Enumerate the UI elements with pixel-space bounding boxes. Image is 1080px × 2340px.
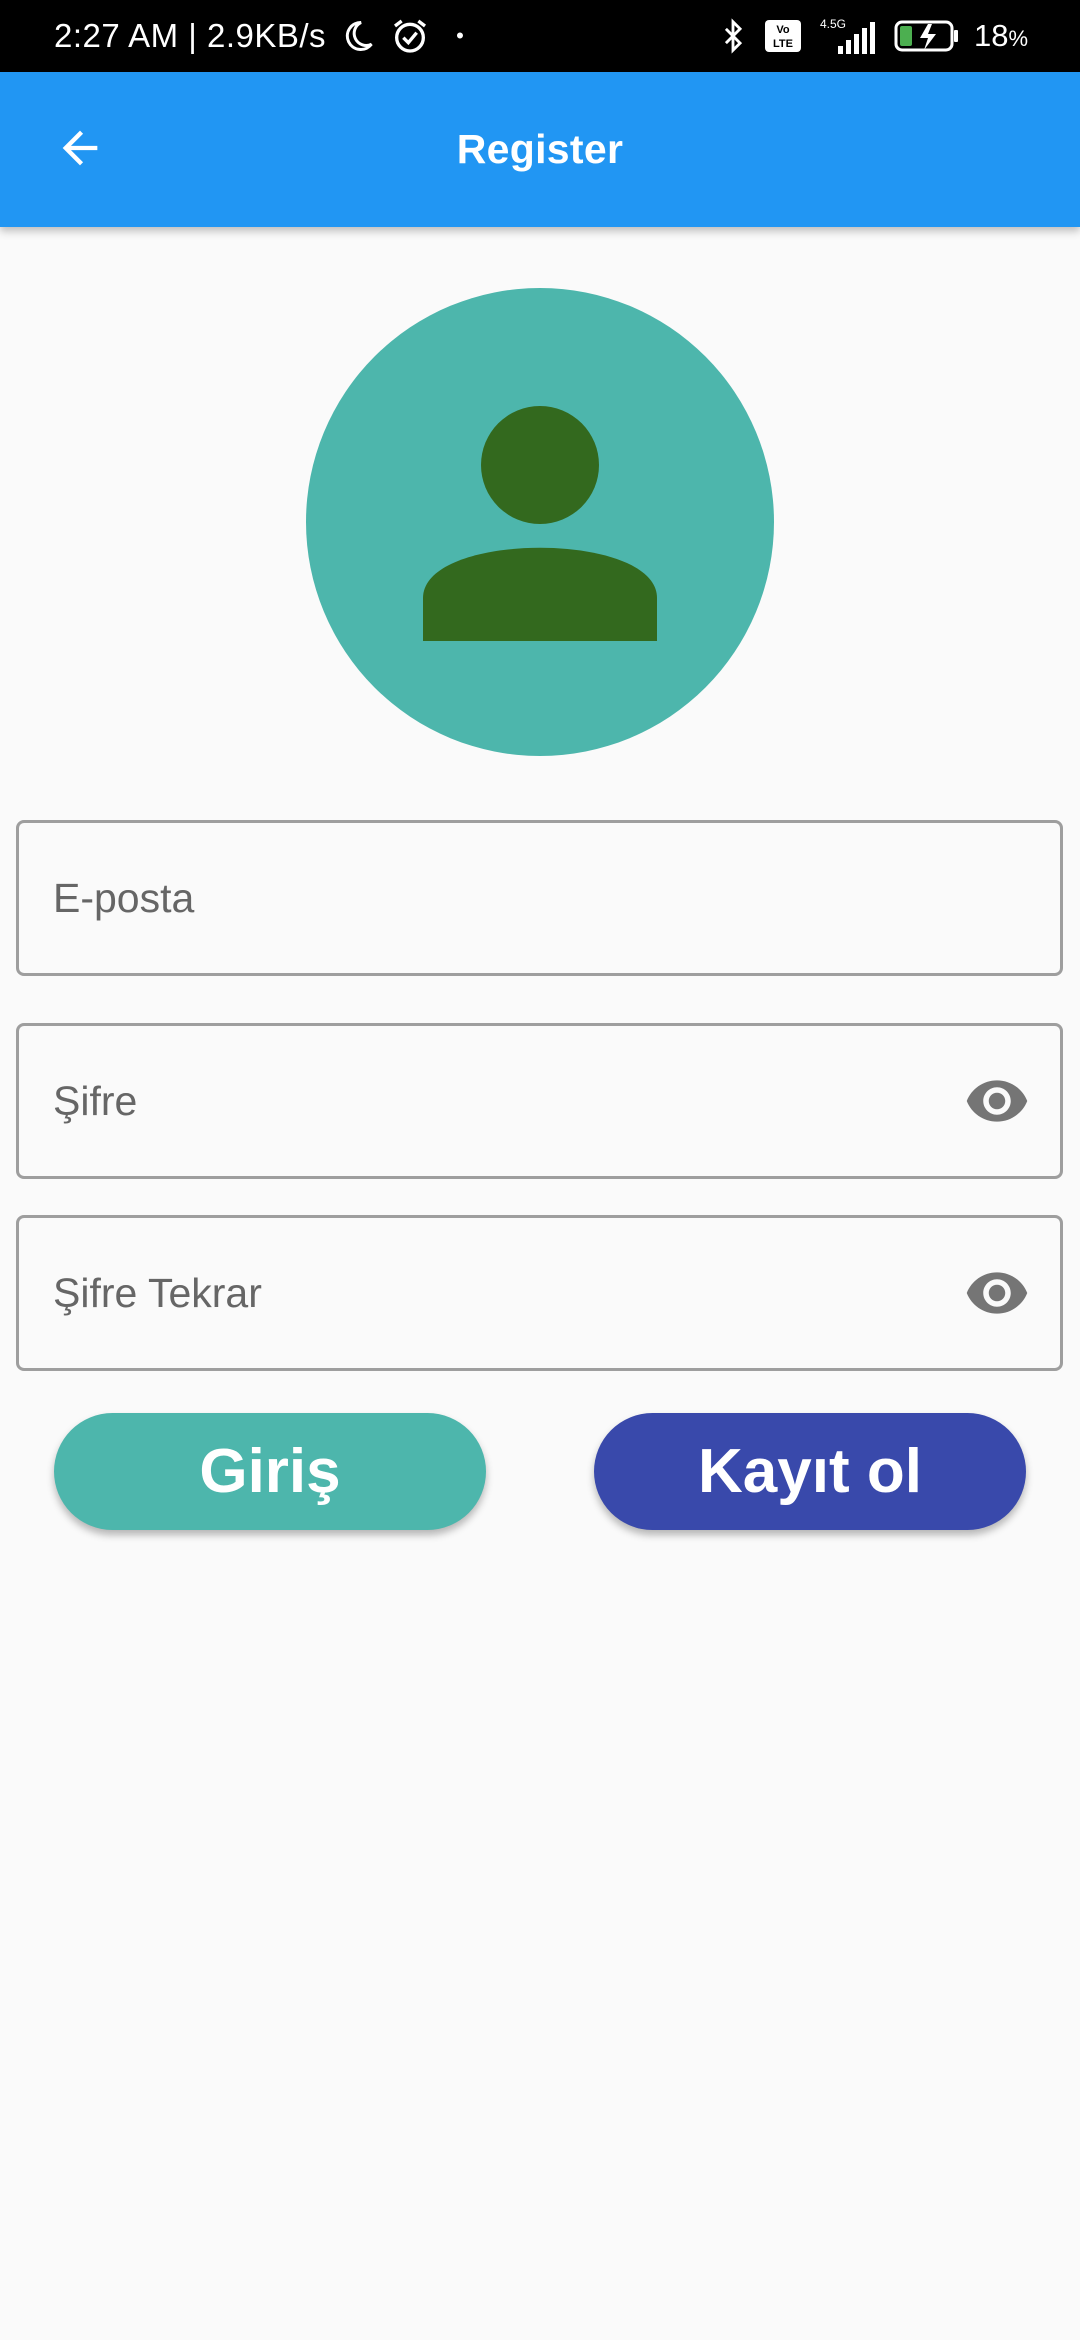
back-button[interactable] [42,112,118,188]
battery-charging-icon [894,18,960,54]
moon-icon [340,18,376,54]
notification-dot: • [456,23,464,48]
login-button[interactable]: Giriş [54,1413,486,1530]
page-title: Register [456,126,624,172]
app-bar: Register [0,72,1080,227]
status-bar: 2:27 AM | 2.9KB/s • Vo LTE 4.5G 18% [0,0,1080,72]
arrow-back-icon [54,122,106,179]
svg-text:Vo: Vo [776,24,790,36]
password-field[interactable] [16,1023,1063,1179]
signal-icon: 4.5G [816,16,880,56]
volte-icon: Vo LTE [764,19,802,53]
email-input[interactable] [51,823,1030,973]
register-button[interactable]: Kayıt ol [594,1413,1026,1530]
svg-text:4.5G: 4.5G [820,17,846,31]
alarm-icon [390,16,430,56]
battery-percentage: 18% [973,18,1028,53]
person-icon [306,288,774,756]
password-repeat-input[interactable] [51,1218,964,1368]
password-repeat-field[interactable] [16,1215,1063,1371]
visibility-icon[interactable] [964,1260,1030,1326]
password-input[interactable] [51,1026,964,1176]
avatar[interactable] [306,288,774,756]
status-time-speed: 2:27 AM | 2.9KB/s [54,17,327,54]
visibility-icon[interactable] [964,1068,1030,1134]
status-right: Vo LTE 4.5G 18% [716,16,1028,56]
email-field[interactable] [16,820,1063,976]
svg-text:LTE: LTE [773,38,793,50]
bluetooth-icon [716,16,750,56]
status-left: 2:27 AM | 2.9KB/s • [54,16,464,56]
